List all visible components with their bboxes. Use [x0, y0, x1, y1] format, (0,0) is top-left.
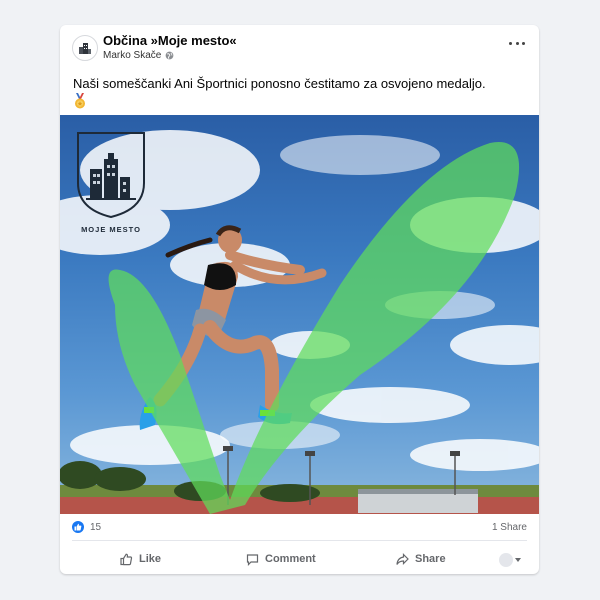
post-meta: Marko Skače: [103, 48, 174, 62]
page-avatar[interactable]: [72, 35, 98, 61]
caret-down-icon: [515, 558, 521, 562]
author-name[interactable]: Marko Skače: [103, 50, 161, 61]
comment-label: Comment: [265, 553, 316, 565]
share-label: Share: [415, 553, 446, 565]
moje-mesto-logo: MOJE MESTO: [74, 129, 154, 239]
medal-icon: [75, 93, 85, 109]
dot-icon: [509, 41, 512, 45]
logo-text: MOJE MESTO: [81, 225, 141, 234]
post-card: Občina »Moje mesto« Marko Skače Naši som…: [60, 25, 539, 574]
thumbs-up-icon[interactable]: [72, 521, 84, 533]
dot-icon: [515, 41, 519, 45]
dot-icon: [522, 41, 525, 45]
post-stats: 15 1 Share: [60, 515, 539, 537]
shield-logo-icon: [77, 132, 145, 219]
share-button[interactable]: Share: [396, 550, 446, 568]
post-image[interactable]: MOJE MESTO: [60, 115, 539, 514]
page-name[interactable]: Občina »Moje mesto«: [103, 33, 237, 48]
share-icon: [396, 552, 409, 565]
action-bar: Like Comment Share: [60, 545, 539, 573]
like-button[interactable]: Like: [120, 550, 161, 568]
post-text: Naši someščanki Ani Športnici ponosno če…: [73, 76, 486, 91]
divider: [72, 540, 527, 541]
thumbs-up-icon: [120, 553, 133, 565]
reaction-count[interactable]: 15: [90, 522, 101, 533]
building-icon: [79, 43, 91, 54]
comment-button[interactable]: Comment: [246, 550, 316, 568]
profile-avatar: [499, 553, 513, 567]
more-options-button[interactable]: [509, 37, 525, 49]
globe-icon[interactable]: [165, 51, 174, 60]
comment-icon: [246, 553, 259, 566]
share-count[interactable]: 1 Share: [492, 522, 527, 533]
reaction-audience-selector[interactable]: [499, 553, 521, 567]
like-label: Like: [139, 553, 162, 565]
